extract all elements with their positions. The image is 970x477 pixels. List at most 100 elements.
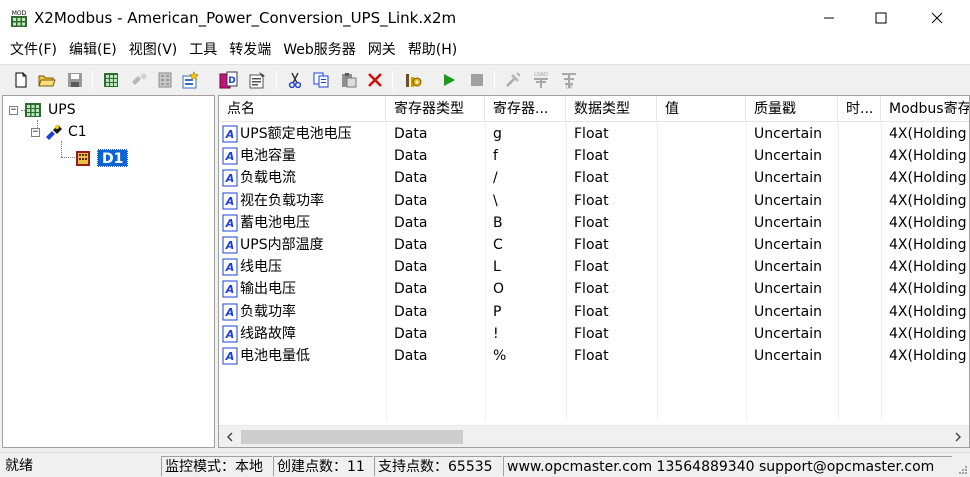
svg-text:A: A: [225, 350, 235, 363]
table-row[interactable]: A 负载电流 Data / Float Uncertain 4X(Holding: [219, 167, 969, 189]
point-name: 负载功率: [240, 303, 296, 320]
point-name: 电池容量: [240, 148, 296, 165]
collapse-toggle[interactable]: −: [9, 105, 18, 115]
value-cell: [657, 256, 746, 278]
add-data-batch-icon: D: [219, 71, 238, 89]
table-row[interactable]: A UPS额定电池电压 Data g Float Uncertain 4X(Hol…: [219, 123, 969, 145]
copy-button[interactable]: [310, 69, 332, 91]
upload-icon: UP: [562, 73, 576, 90]
column-header-quality[interactable]: 质量戳: [746, 96, 838, 122]
quality-cell: Uncertain: [754, 281, 823, 298]
register-cell: C: [493, 236, 503, 253]
table-row[interactable]: A 线电压 Data L Float Uncertain 4X(Holding: [219, 256, 969, 278]
tree-label-d1: D1: [97, 149, 129, 167]
maximize-button[interactable]: [858, 0, 904, 36]
close-button[interactable]: [914, 0, 960, 36]
column-header-value[interactable]: 值: [657, 96, 746, 122]
modbus-register-cell: 4X(Holding: [889, 303, 967, 320]
run-icon: [444, 74, 455, 86]
menu-web-server[interactable]: Web服务器: [277, 36, 362, 64]
status-monitor-mode: 监控模式：本地: [161, 456, 272, 476]
toolbar: D LOAD UP: [0, 64, 970, 94]
column-header-register[interactable]: 寄存器...: [485, 96, 566, 122]
register-type-cell: Data: [394, 303, 428, 320]
properties-button[interactable]: [246, 69, 268, 91]
scroll-right-button[interactable]: [949, 428, 967, 446]
delete-button[interactable]: [364, 69, 386, 91]
time-cell: [838, 212, 881, 234]
table-row[interactable]: A 视在负载功率 Data \ Float Uncertain 4X(Holdin…: [219, 190, 969, 212]
register-cell: %: [493, 347, 507, 364]
resize-grip-icon[interactable]: [956, 463, 968, 475]
paste-button[interactable]: [338, 69, 360, 91]
paste-icon: [342, 73, 357, 88]
register-cell: f: [493, 148, 498, 165]
value-cell: [657, 190, 746, 212]
column-header-register-type[interactable]: 寄存器类型: [386, 96, 485, 122]
register-type-cell: Data: [394, 325, 428, 342]
add-data-batch-button[interactable]: D: [218, 69, 240, 91]
collapse-toggle[interactable]: −: [31, 127, 40, 137]
menu-file[interactable]: 文件(F): [4, 36, 63, 64]
load-button[interactable]: LOAD: [530, 69, 552, 91]
point-name: 视在负载功率: [240, 192, 324, 209]
menu-help[interactable]: 帮助(H): [402, 36, 463, 64]
add-device-button[interactable]: [154, 69, 176, 91]
data-type-cell: Float: [574, 148, 609, 165]
menu-gateway[interactable]: 网关: [362, 36, 402, 64]
stop-button[interactable]: [466, 69, 488, 91]
menu-forwarder[interactable]: 转发端: [223, 36, 277, 64]
add-channel-button[interactable]: [100, 69, 122, 91]
table-row[interactable]: A 电池电量低 Data % Float Uncertain 4X(Holding: [219, 345, 969, 367]
data-point-icon: A: [222, 169, 238, 187]
new-file-button[interactable]: [10, 69, 32, 91]
scrollbar-thumb[interactable]: [241, 430, 463, 444]
point-name: UPS额定电池电压: [240, 126, 352, 142]
tools-button[interactable]: [402, 69, 424, 91]
column-header-data-type[interactable]: 数据类型: [566, 96, 657, 122]
build-button[interactable]: [502, 69, 524, 91]
run-button[interactable]: [438, 69, 460, 91]
status-created-points: 创建点数：11: [273, 456, 373, 476]
modbus-register-cell: 4X(Holding: [889, 170, 967, 187]
column-header-name[interactable]: 点名: [219, 96, 386, 122]
column-header-modbus-register[interactable]: Modbus寄存器: [881, 96, 969, 122]
table-row[interactable]: A 输出电压 Data O Float Uncertain 4X(Holding: [219, 278, 969, 300]
minimize-button[interactable]: [806, 0, 852, 36]
value-cell: [657, 167, 746, 189]
register-cell: B: [493, 214, 503, 231]
register-cell: /: [493, 170, 498, 187]
data-point-icon: A: [222, 214, 238, 232]
status-contact-info: www.opcmaster.com 13564889340 support@op…: [503, 456, 952, 476]
tree-node-c1[interactable]: − C1: [31, 122, 87, 142]
scroll-left-button[interactable]: [221, 428, 239, 446]
menu-tools[interactable]: 工具: [183, 36, 223, 64]
table-row[interactable]: A 电池容量 Data f Float Uncertain 4X(Holding: [219, 145, 969, 167]
menu-view[interactable]: 视图(V): [123, 36, 184, 64]
svg-text:A: A: [225, 217, 235, 230]
tree-node-ups[interactable]: − UPS: [9, 100, 76, 120]
open-button[interactable]: [36, 69, 58, 91]
quality-cell: Uncertain: [754, 170, 823, 187]
add-data-button[interactable]: [180, 69, 202, 91]
menu-edit[interactable]: 编辑(E): [63, 36, 123, 64]
horizontal-scrollbar[interactable]: [219, 425, 969, 447]
register-type-cell: Data: [394, 347, 428, 364]
column-header-time[interactable]: 时...: [838, 96, 881, 122]
table-row[interactable]: A UPS内部温度 Data C Float Uncertain 4X(Holdi…: [219, 234, 969, 256]
table-row[interactable]: A 负载功率 Data P Float Uncertain 4X(Holding: [219, 301, 969, 323]
upload-button[interactable]: UP: [558, 69, 580, 91]
cut-button[interactable]: [284, 69, 306, 91]
table-row[interactable]: A 线路故障 Data ! Float Uncertain 4X(Holding: [219, 323, 969, 345]
tree-node-d1[interactable]: D1: [75, 148, 129, 168]
table-row[interactable]: A 蓄电池电压 Data B Float Uncertain 4X(Holding: [219, 212, 969, 234]
point-name: 蓄电池电压: [240, 214, 310, 231]
register-type-cell: Data: [394, 126, 428, 142]
channel-properties-button[interactable]: [128, 69, 150, 91]
quality-cell: Uncertain: [754, 148, 823, 165]
value-cell: [657, 345, 746, 367]
data-point-icon: A: [222, 147, 238, 165]
list-body: A UPS额定电池电压 Data g Float Uncertain 4X(Hol…: [219, 123, 969, 367]
add-data-icon: [182, 71, 199, 89]
save-button[interactable]: [64, 69, 86, 91]
